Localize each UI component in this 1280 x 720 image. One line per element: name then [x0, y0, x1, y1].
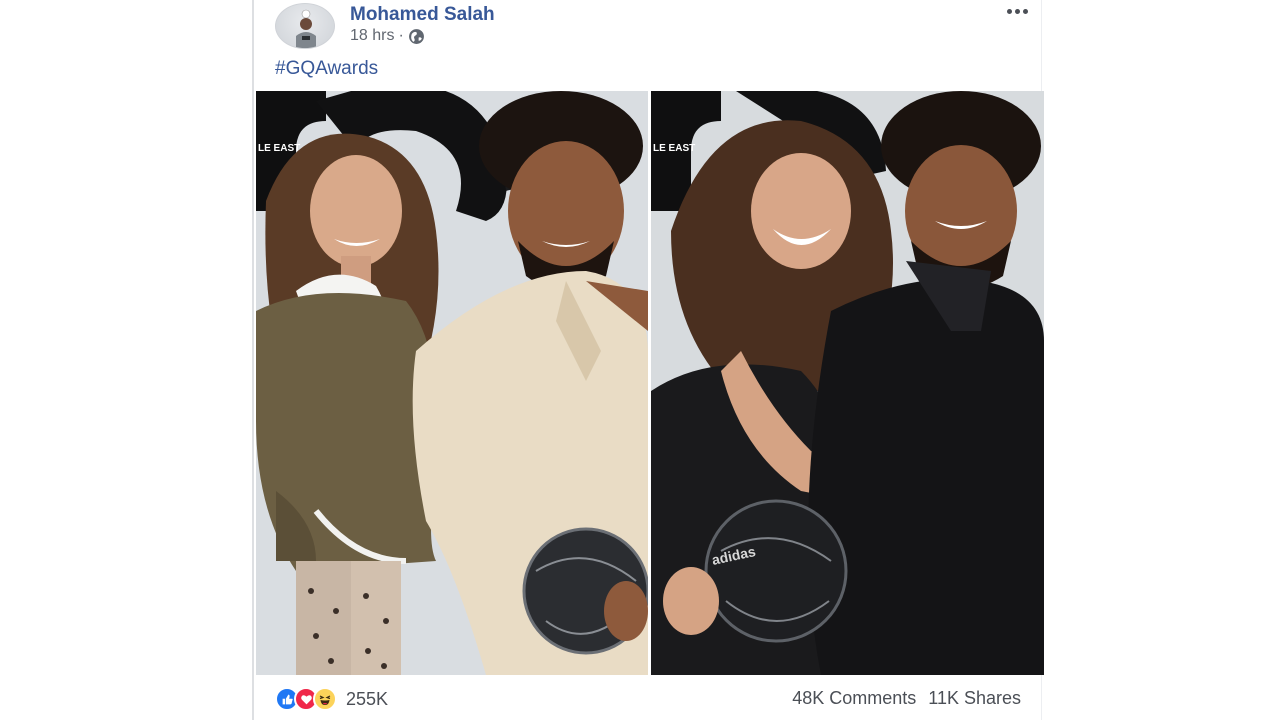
facebook-post: Mohamed Salah 18 hrs · #GQAwards LE EAST…: [252, 0, 1044, 720]
photo-right-image: LE EAST adidas: [651, 91, 1044, 675]
comments-count[interactable]: 48K Comments: [792, 688, 916, 709]
screen: Mohamed Salah 18 hrs · #GQAwards LE EAST…: [0, 0, 1280, 720]
meta-separator: ·: [398, 27, 404, 44]
post-caption-hashtag[interactable]: #GQAwards: [275, 58, 378, 80]
photo-left-image: LE EAST: [256, 91, 648, 675]
post-meta: 18 hrs ·: [350, 27, 425, 45]
author-avatar[interactable]: [275, 3, 335, 49]
shares-count[interactable]: 11K Shares: [928, 688, 1021, 709]
post-photo-right[interactable]: LE EAST adidas: [651, 91, 1044, 675]
more-options-icon[interactable]: [1002, 2, 1032, 20]
author-name[interactable]: Mohamed Salah: [350, 4, 495, 26]
post-timestamp[interactable]: 18 hrs: [350, 27, 394, 45]
globe-icon[interactable]: [408, 28, 425, 45]
post-photo-left[interactable]: LE EAST: [256, 91, 648, 675]
reactions-summary[interactable]: 255K: [275, 686, 388, 712]
avatar-image: [296, 9, 316, 48]
post-stats: 48K Comments 11K Shares: [792, 688, 1021, 709]
magazine-text-left: LE EAST: [258, 143, 300, 154]
haha-reaction-icon: [313, 687, 337, 711]
reaction-count[interactable]: 255K: [346, 689, 388, 710]
magazine-text-right: LE EAST: [653, 143, 695, 154]
